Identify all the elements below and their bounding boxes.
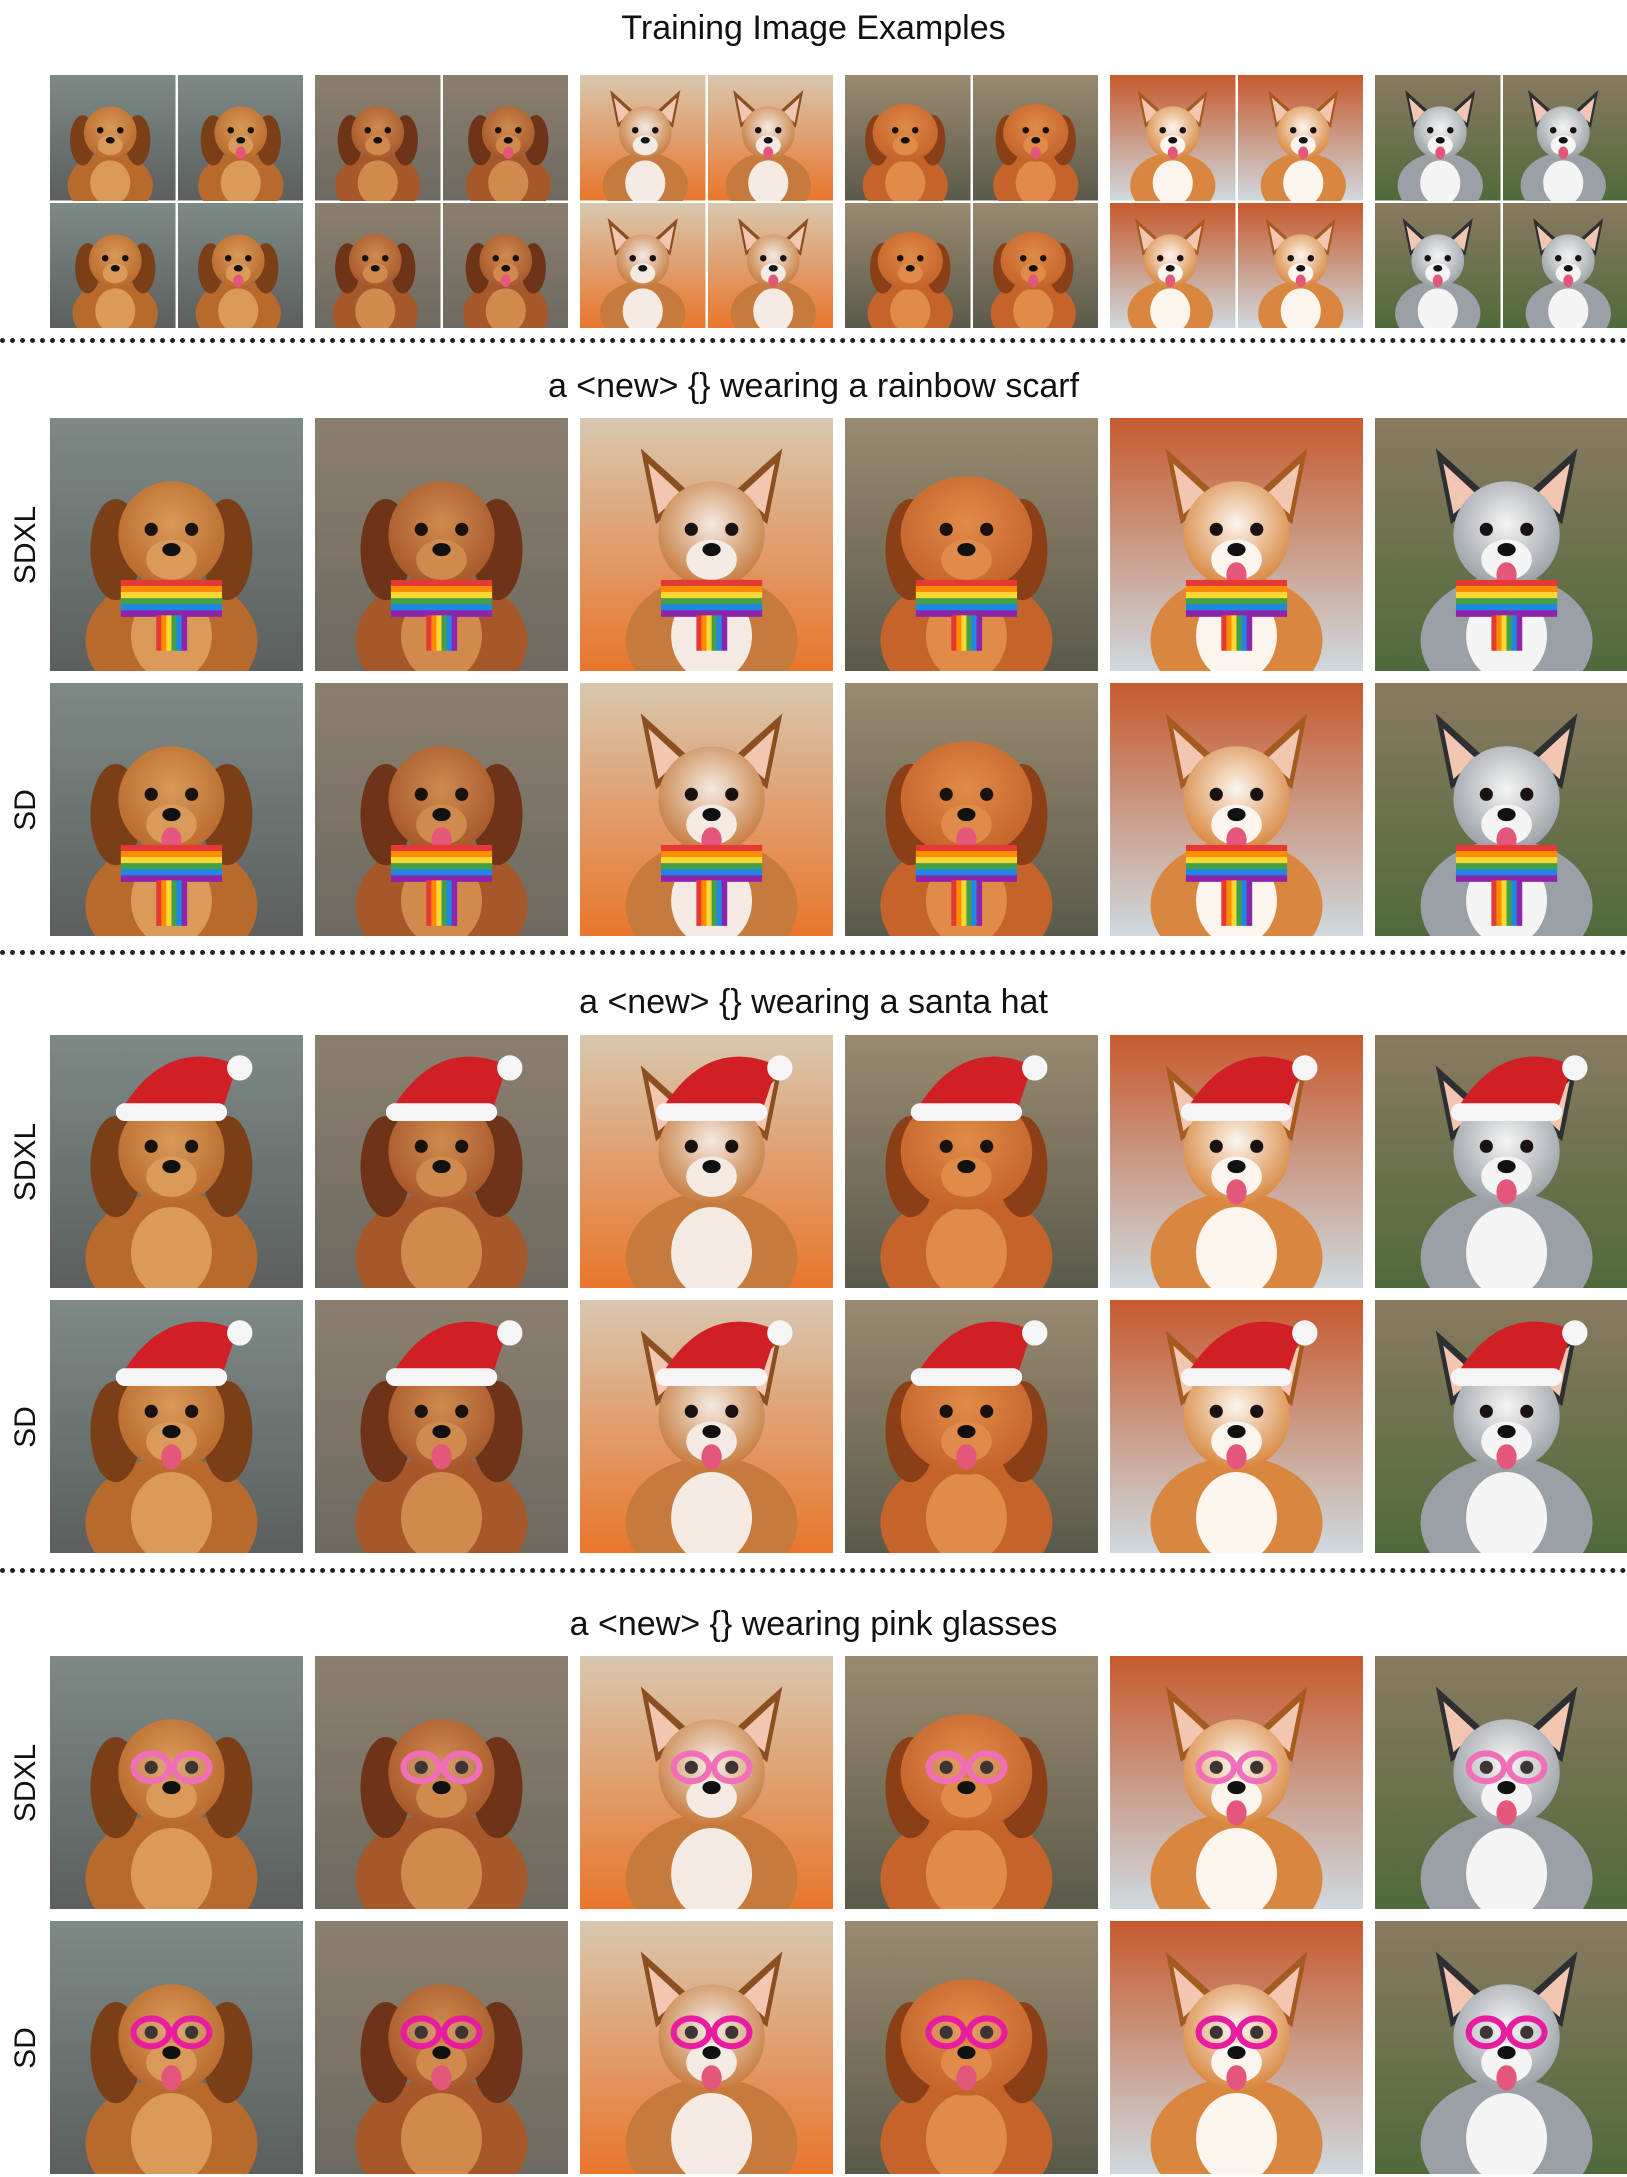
generated-image-glasses-sdxl-shiba [1110,1656,1363,1909]
generated-image-glasses-sd-merle [1375,1921,1627,2174]
training-photo-corgi [707,75,833,201]
generated-image-santa-sdxl-shiba [1110,1035,1363,1288]
generated-image-santa-sd-shiba [1110,1300,1363,1553]
row-label-sdxl: SDXL [9,1122,42,1201]
section-divider [0,338,1627,343]
generated-image-santa-sdxl-dachshund [50,1035,303,1288]
generated-image-santa-sd-merle [1375,1300,1627,1553]
training-photo-toller [315,75,441,201]
generated-image-glasses-sd-dachshund [50,1921,303,2174]
generated-image-glasses-sd-corgi [580,1921,833,2174]
generated-image-scarf-sdxl-merle [1375,418,1627,671]
generated-image-glasses-sdxl-chow [845,1656,1098,1909]
training-photo-chow [972,202,1098,328]
row-label-sdxl: SDXL [9,1743,42,1822]
generated-image-glasses-sdxl-merle [1375,1656,1627,1909]
generated-image-glasses-sd-chow [845,1921,1098,2174]
training-photo-corgi [707,202,833,328]
row-label-sd: SD [9,788,42,831]
generated-image-santa-sd-corgi [580,1300,833,1553]
section-title-santa-hat: a <new> {} wearing a santa hat [579,983,1048,1021]
training-photo-merle [1502,202,1627,328]
training-photo-merle [1375,75,1501,201]
training-photo-dachshund [177,202,303,328]
training-photo-chow [972,75,1098,201]
training-image-merle [1375,75,1627,328]
generated-image-santa-sd-chow [845,1300,1098,1553]
training-photo-chow [845,75,971,201]
training-image-toller [315,75,568,328]
generated-image-scarf-sd-corgi [580,683,833,936]
section-divider [0,950,1627,955]
training-photo-toller [442,75,568,201]
training-photo-shiba [1237,202,1363,328]
generated-image-scarf-sdxl-corgi [580,418,833,671]
generated-image-glasses-sdxl-dachshund [50,1656,303,1909]
generated-image-glasses-sdxl-toller [315,1656,568,1909]
generated-image-glasses-sd-shiba [1110,1921,1363,2174]
section-title-rainbow-scarf: a <new> {} wearing a rainbow scarf [547,367,1080,405]
training-photo-merle [1375,202,1501,328]
generated-image-santa-sd-dachshund [50,1300,303,1553]
training-image-corgi [580,75,833,328]
generated-image-santa-sdxl-merle [1375,1035,1627,1288]
training-photo-toller [315,202,441,328]
generated-image-scarf-sd-merle [1375,683,1627,936]
row-label-sd: SD [9,1405,42,1448]
generated-image-santa-sdxl-chow [845,1035,1098,1288]
training-photo-dachshund [50,202,176,328]
generated-image-scarf-sd-toller [315,683,568,936]
training-photo-toller [442,202,568,328]
generated-image-scarf-sdxl-toller [315,418,568,671]
training-photo-shiba [1110,75,1236,201]
row-label-sd: SD [9,2026,42,2069]
training-photo-corgi [580,202,706,328]
generated-image-scarf-sdxl-dachshund [50,418,303,671]
training-photo-corgi [580,75,706,201]
training-image-dachshund [50,75,303,328]
generated-image-scarf-sd-dachshund [50,683,303,936]
section-title-pink-glasses: a <new> {} wearing pink glasses [569,1605,1058,1643]
training-image-shiba [1110,75,1363,328]
training-photo-shiba [1110,202,1236,328]
generated-image-scarf-sdxl-shiba [1110,418,1363,671]
generated-image-scarf-sd-chow [845,683,1098,936]
generated-image-scarf-sd-shiba [1110,683,1363,936]
training-photo-dachshund [177,75,303,201]
training-image-chow [845,75,1098,328]
training-photo-dachshund [50,75,176,201]
training-photo-shiba [1237,75,1363,201]
training-photo-chow [845,202,971,328]
generated-image-glasses-sdxl-corgi [580,1656,833,1909]
generated-image-santa-sdxl-corgi [580,1035,833,1288]
generated-image-santa-sdxl-toller [315,1035,568,1288]
generated-image-santa-sd-toller [315,1300,568,1553]
section-title-training: Training Image Examples [621,9,1006,47]
training-photo-merle [1502,75,1627,201]
generated-image-glasses-sd-toller [315,1921,568,2174]
row-label-sdxl: SDXL [9,505,42,584]
section-divider [0,1568,1627,1573]
generated-image-scarf-sdxl-chow [845,418,1098,671]
